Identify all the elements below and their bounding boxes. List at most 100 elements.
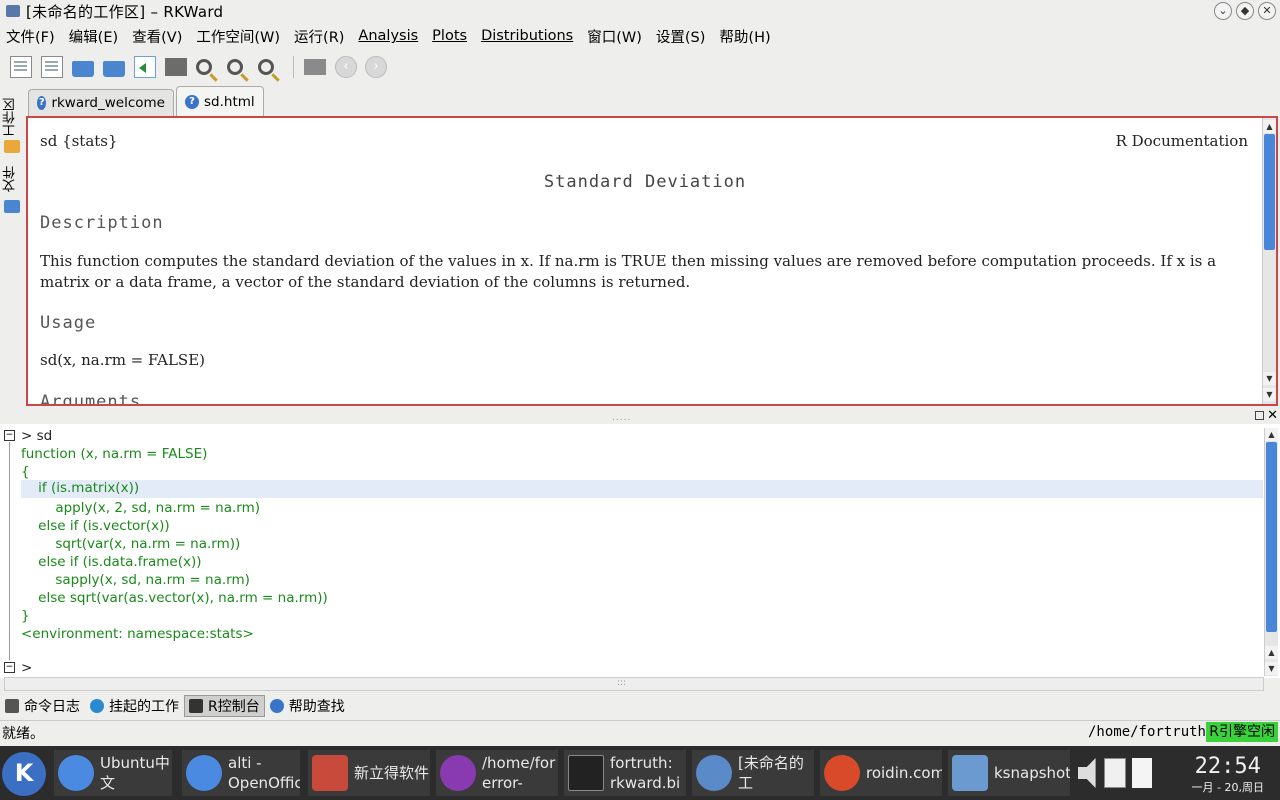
open-folder-icon[interactable] bbox=[72, 61, 94, 77]
configure-icon[interactable] bbox=[304, 59, 326, 75]
tray-square-icon[interactable] bbox=[1132, 758, 1152, 788]
app-icon bbox=[6, 5, 20, 17]
console-prompt[interactable]: > bbox=[21, 660, 32, 676]
import-icon[interactable] bbox=[134, 56, 156, 78]
task-image-viewer[interactable]: /home/for error- bbox=[436, 750, 558, 796]
task-label: [未命名的工 bbox=[738, 754, 804, 792]
input-method-icon[interactable] bbox=[1104, 758, 1126, 788]
tab-r-console[interactable]: R控制台 bbox=[184, 695, 265, 717]
tab-label: R控制台 bbox=[208, 699, 260, 715]
pane-splitter[interactable]: ..... ✕ bbox=[0, 408, 1280, 424]
eye-icon bbox=[440, 755, 476, 791]
help-scrollbar[interactable]: ▲ ▼ ▼ bbox=[1262, 118, 1276, 404]
task-label: 新立得软件 bbox=[354, 764, 430, 782]
scroll-down-arrow-2[interactable]: ▼ bbox=[1263, 388, 1276, 401]
close-pane-icon[interactable]: ✕ bbox=[1267, 408, 1278, 423]
files-icon[interactable] bbox=[4, 200, 20, 213]
task-terminal[interactable]: fortruth: rkward.bi bbox=[564, 750, 686, 796]
forward-icon[interactable]: › bbox=[365, 56, 387, 78]
scroll-thumb[interactable] bbox=[1264, 134, 1275, 250]
task-ksnapshot[interactable]: ksnapshot bbox=[948, 750, 1070, 796]
status-bar: 就绪。 /home/fortruth R引擎空闲 bbox=[0, 720, 1280, 744]
splitter-grip[interactable]: ..... bbox=[612, 413, 631, 423]
console-output-line: <environment: namespace:stats> bbox=[21, 626, 254, 642]
r-console[interactable]: − > sd function (x, na.rm = FALSE) { if … bbox=[0, 424, 1280, 678]
task-openoffice[interactable]: alti - OpenOffic bbox=[182, 750, 300, 796]
open-recent-icon[interactable] bbox=[103, 61, 125, 77]
console-output-line: else sqrt(var(as.vector(x), na.rm = na.r… bbox=[21, 590, 328, 606]
undock-icon[interactable] bbox=[1255, 411, 1264, 420]
help-page-icon: ? bbox=[185, 94, 199, 109]
tab-sd-html[interactable]: ? sd.html bbox=[176, 86, 264, 116]
sidebar-tab-files[interactable]: 文件 bbox=[3, 162, 21, 196]
back-icon[interactable]: ‹ bbox=[335, 56, 357, 78]
document-tab-bar: ? rkward_welcome ? sd.html bbox=[26, 86, 1280, 116]
close-button[interactable]: ✕ bbox=[1258, 2, 1276, 20]
workspace-icon[interactable] bbox=[4, 140, 20, 153]
scroll-up-arrow[interactable]: ▲ bbox=[1265, 428, 1278, 441]
tab-help-search[interactable]: 帮助查找 bbox=[265, 695, 350, 717]
taskbar: K Ubuntu中文 alti - OpenOffic 新立得软件 /home/… bbox=[0, 746, 1280, 800]
status-text: 就绪。 bbox=[2, 726, 44, 742]
sidebar-tab-workspace[interactable]: 工作区 bbox=[3, 94, 21, 142]
help-viewer[interactable]: sd {stats} R Documentation Standard Devi… bbox=[26, 116, 1278, 406]
new-script-icon[interactable] bbox=[10, 56, 32, 78]
terminal-icon bbox=[568, 755, 604, 791]
browser-icon bbox=[58, 755, 94, 791]
console-hscrollbar[interactable]: ::: bbox=[4, 677, 1264, 691]
menu-settings[interactable]: 设置(S) bbox=[656, 26, 706, 47]
pending-jobs-icon bbox=[90, 699, 104, 713]
menu-window[interactable]: 窗口(W) bbox=[587, 26, 642, 47]
console-input-line: > sd bbox=[21, 428, 53, 444]
tab-pending-jobs[interactable]: 挂起的工作 bbox=[85, 695, 184, 717]
scroll-thumb[interactable] bbox=[1266, 442, 1277, 632]
console-output-line: { bbox=[21, 464, 30, 480]
command-log-icon bbox=[5, 699, 19, 713]
menu-view[interactable]: 查看(V) bbox=[132, 26, 182, 47]
scroll-down-arrow[interactable]: ▲ bbox=[1265, 646, 1278, 659]
doc-label: R Documentation bbox=[1115, 132, 1248, 150]
tab-label: 挂起的工作 bbox=[109, 699, 179, 715]
minimize-button[interactable]: ⌄ bbox=[1214, 2, 1232, 20]
menu-plots[interactable]: Plots bbox=[432, 28, 467, 44]
volume-icon[interactable] bbox=[1078, 758, 1096, 788]
menu-run[interactable]: 运行(R) bbox=[294, 26, 344, 47]
clock[interactable]: 22:54 一月 - 20,周日 bbox=[1192, 754, 1264, 795]
scroll-up-arrow[interactable]: ▲ bbox=[1263, 120, 1276, 133]
console-output-line-current: if (is.matrix(x)) bbox=[21, 480, 1263, 498]
task-ubuntu-cn[interactable]: Ubuntu中文 bbox=[54, 750, 172, 796]
menu-file[interactable]: 文件(F) bbox=[6, 26, 55, 47]
tab-rkward-welcome[interactable]: ? rkward_welcome bbox=[28, 89, 174, 116]
scroll-down-arrow-2[interactable]: ▼ bbox=[1265, 662, 1278, 675]
menu-workspace[interactable]: 工作空间(W) bbox=[196, 26, 280, 47]
maximize-button[interactable]: ◆ bbox=[1236, 2, 1254, 20]
scroll-down-arrow[interactable]: ▼ bbox=[1263, 372, 1276, 385]
tab-command-log[interactable]: 命令日志 bbox=[0, 695, 85, 717]
task-qq[interactable]: roidin.com bbox=[820, 750, 942, 796]
zoom-out-icon[interactable] bbox=[258, 59, 274, 75]
menu-help[interactable]: 帮助(H) bbox=[719, 26, 770, 47]
task-rkward[interactable]: [未命名的工 bbox=[692, 750, 814, 796]
kde-menu-button[interactable]: K bbox=[2, 752, 46, 796]
search-icon[interactable] bbox=[196, 59, 212, 75]
zoom-in-icon[interactable] bbox=[227, 59, 243, 75]
console-scrollbar[interactable]: ▲ ▲ ▼ bbox=[1264, 428, 1278, 676]
fold-marker-icon[interactable]: − bbox=[4, 430, 15, 441]
menu-analysis[interactable]: Analysis bbox=[358, 28, 418, 44]
console-output-line: } bbox=[21, 608, 30, 624]
menu-distributions[interactable]: Distributions bbox=[481, 28, 573, 44]
new-dataset-icon[interactable] bbox=[41, 56, 63, 78]
tab-label: 命令日志 bbox=[24, 699, 80, 715]
usage-heading: Usage bbox=[40, 313, 97, 333]
task-synaptic[interactable]: 新立得软件 bbox=[308, 750, 430, 796]
task-label: /home/for error- bbox=[482, 754, 556, 792]
fold-marker-icon[interactable]: − bbox=[4, 662, 15, 673]
rkward-icon bbox=[696, 755, 732, 791]
description-text: This function computes the standard devi… bbox=[40, 252, 1217, 291]
task-label: alti - OpenOffic bbox=[228, 754, 300, 792]
menu-edit[interactable]: 编辑(E) bbox=[69, 26, 118, 47]
console-icon bbox=[189, 699, 203, 713]
hscroll-grip[interactable]: ::: bbox=[617, 678, 626, 688]
stop-icon[interactable] bbox=[165, 58, 187, 76]
clock-time: 22:54 bbox=[1194, 754, 1261, 779]
